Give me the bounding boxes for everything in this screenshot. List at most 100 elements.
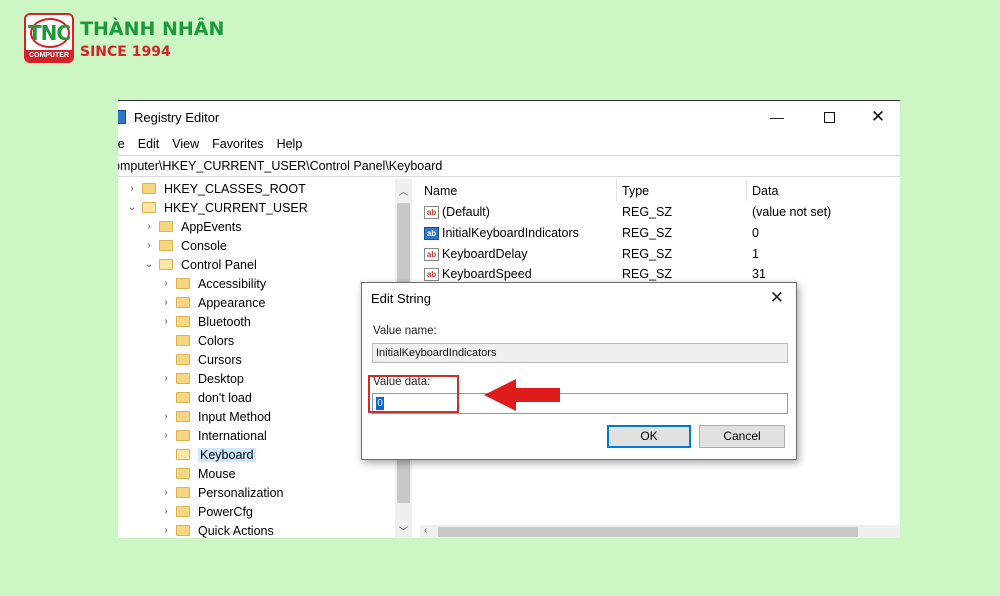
folder-open-icon: [176, 449, 190, 460]
address-path: omputer\HKEY_CURRENT_USER\Control Panel\…: [118, 159, 443, 173]
menu-file[interactable]: le: [118, 137, 125, 151]
ok-button[interactable]: OK: [607, 425, 691, 448]
chevron-right-icon[interactable]: ›: [160, 430, 172, 441]
chevron-right-icon[interactable]: ›: [160, 525, 172, 536]
tree-item[interactable]: › Console: [143, 236, 227, 255]
scroll-thumb[interactable]: [438, 527, 858, 537]
maximize-button[interactable]: [806, 101, 852, 133]
tree-item-label: Personalization: [198, 485, 284, 500]
logo-badge-sub: COMPUTER: [26, 50, 72, 61]
tree-item[interactable]: › AppEvents: [143, 217, 241, 236]
chevron-right-icon[interactable]: ›: [160, 278, 172, 289]
tree-item[interactable]: › Bluetooth: [160, 312, 251, 331]
address-bar[interactable]: omputer\HKEY_CURRENT_USER\Control Panel\…: [118, 155, 900, 177]
chevron-right-icon[interactable]: ›: [160, 411, 172, 422]
tree-item-label: HKEY_CLASSES_ROOT: [164, 181, 306, 196]
chevron-right-icon[interactable]: ›: [160, 487, 172, 498]
dialog-close-icon[interactable]: ✕: [770, 288, 784, 308]
column-header-data[interactable]: Data: [752, 179, 778, 203]
tree-item[interactable]: Mouse: [160, 464, 236, 483]
folder-icon: [176, 430, 190, 441]
tree-item-label: Desktop: [198, 371, 244, 386]
chevron-right-icon[interactable]: ›: [143, 240, 155, 251]
maximize-icon: [823, 111, 835, 123]
tree-item[interactable]: don't load: [160, 388, 252, 407]
chevron-right-icon[interactable]: ›: [160, 373, 172, 384]
tree-item[interactable]: Cursors: [160, 350, 242, 369]
tree-item[interactable]: › International: [160, 426, 267, 445]
column-divider[interactable]: [746, 179, 747, 201]
chevron-down-icon[interactable]: ⌄: [143, 259, 155, 270]
column-header-name[interactable]: Name: [424, 179, 457, 203]
tree-item-label: HKEY_CURRENT_USER: [164, 200, 308, 215]
registry-tree: › HKEY_CLASSES_ROOT ⌄ HKEY_CURRENT_USER › A…: [118, 179, 398, 538]
menu-bar: le Edit View Favorites Help: [118, 133, 900, 155]
column-header-type[interactable]: Type: [622, 179, 649, 203]
tree-item[interactable]: Colors: [160, 331, 234, 350]
menu-favorites[interactable]: Favorites: [212, 137, 263, 151]
folder-icon: [176, 373, 190, 384]
table-row[interactable]: ab InitialKeyboardIndicators REG_SZ 0: [420, 223, 900, 243]
tree-item[interactable]: ⌄ Control Panel: [143, 255, 257, 274]
scroll-up-icon[interactable]: ︿: [395, 183, 412, 198]
minimize-button[interactable]: —: [754, 101, 800, 133]
folder-icon: [176, 297, 190, 308]
value-name: InitialKeyboardIndicators: [442, 226, 579, 240]
chevron-down-icon[interactable]: ⌄: [126, 202, 138, 213]
tree-item[interactable]: › Input Method: [160, 407, 271, 426]
value-name-field: InitialKeyboardIndicators: [372, 343, 788, 363]
menu-help[interactable]: Help: [277, 137, 303, 151]
tree-item[interactable]: › PowerCfg: [160, 502, 253, 521]
folder-icon: [176, 316, 190, 327]
string-value-icon: ab: [424, 205, 439, 219]
value-name-label: Value name:: [373, 325, 437, 337]
folder-icon: [176, 525, 190, 536]
cancel-button[interactable]: Cancel: [699, 425, 785, 448]
value-data: (value not set): [752, 205, 832, 219]
tree-item[interactable]: › Appearance: [160, 293, 265, 312]
scroll-left-icon[interactable]: ‹: [424, 525, 427, 536]
tree-item[interactable]: › Desktop: [160, 369, 244, 388]
scroll-down-icon[interactable]: ﹀: [395, 523, 412, 538]
tree-item[interactable]: › HKEY_CLASSES_ROOT: [126, 179, 306, 198]
chevron-right-icon[interactable]: ›: [160, 316, 172, 327]
table-row[interactable]: ab KeyboardDelay REG_SZ 1: [420, 244, 900, 264]
chevron-right-icon[interactable]: ›: [126, 183, 138, 194]
tree-item-keyboard[interactable]: Keyboard: [160, 445, 256, 464]
column-divider[interactable]: [616, 179, 617, 201]
tree-item-label: Cursors: [198, 352, 242, 367]
chevron-right-icon[interactable]: ›: [160, 297, 172, 308]
tree-item-label: Console: [181, 238, 227, 253]
tree-item-label: Mouse: [198, 466, 236, 481]
close-button[interactable]: ✕: [855, 101, 900, 133]
tree-item[interactable]: › Quick Actions: [160, 521, 274, 538]
dialog-title: Edit String: [371, 291, 431, 306]
value-name: KeyboardSpeed: [442, 267, 532, 281]
value-type: REG_SZ: [622, 205, 673, 219]
tree-item[interactable]: › Personalization: [160, 483, 283, 502]
tree-item-label: Quick Actions: [198, 523, 274, 538]
red-arrow-icon: [484, 379, 560, 411]
tree-item[interactable]: ⌄ HKEY_CURRENT_USER: [126, 198, 308, 217]
tree-item-label: AppEvents: [181, 219, 242, 234]
highlight-box: [368, 375, 459, 413]
tree-item[interactable]: › Accessibility: [160, 274, 266, 293]
minimize-icon: —: [770, 109, 784, 125]
table-row[interactable]: ab KeyboardSpeed REG_SZ 31: [420, 264, 900, 284]
table-row[interactable]: ab (Default) REG_SZ (value not set): [420, 202, 900, 222]
registry-app-icon: [118, 110, 126, 124]
tree-item-label: Input Method: [198, 409, 271, 424]
menu-view[interactable]: View: [172, 137, 199, 151]
tree-item-label: don't load: [198, 390, 252, 405]
value-data: 31: [752, 267, 766, 281]
value-data: 1: [752, 247, 759, 261]
chevron-right-icon[interactable]: ›: [143, 221, 155, 232]
edit-string-dialog: Edit String ✕ Value name: InitialKeyboar…: [361, 282, 797, 460]
menu-edit[interactable]: Edit: [138, 137, 160, 151]
list-horizontal-scrollbar[interactable]: ‹: [420, 525, 900, 538]
value-type: REG_SZ: [622, 267, 673, 281]
folder-icon: [159, 240, 173, 251]
chevron-right-icon[interactable]: ›: [160, 506, 172, 517]
tree-item-label: International: [198, 428, 267, 443]
folder-icon: [176, 392, 190, 403]
